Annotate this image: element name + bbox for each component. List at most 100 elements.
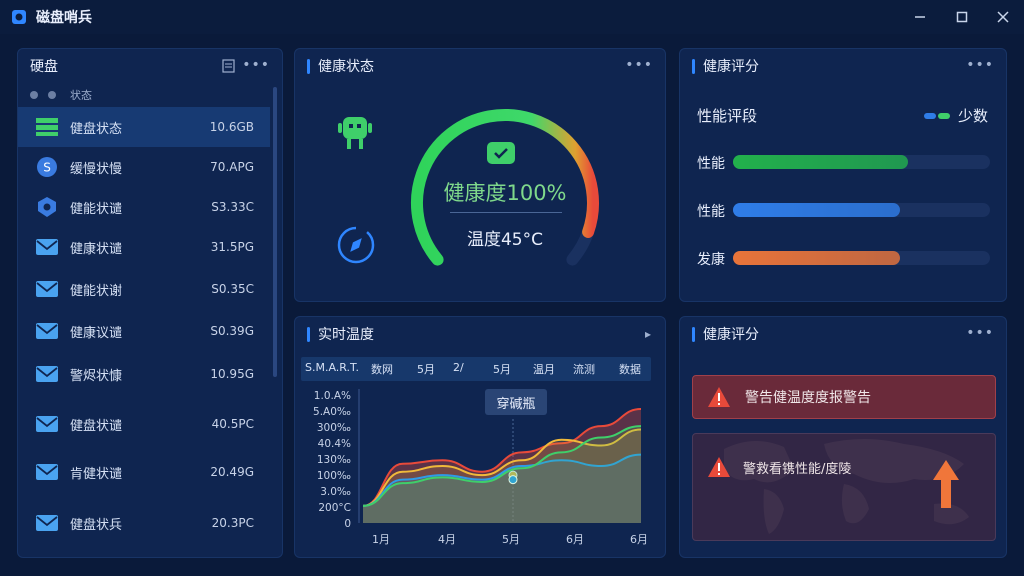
more-options-icon[interactable]: ••• [966,325,994,341]
accent-bar [307,326,310,342]
mail-icon [36,464,58,480]
close-icon [997,11,1009,23]
temp-header-cell: 5月 [417,363,435,376]
disk-list-title: 硬盘 [30,59,58,75]
disk-list-item[interactable]: 健盘状谴 40.5PC [18,404,270,444]
score-bar-track [733,155,990,169]
realtime-temp-title: 实时温度 [318,327,374,343]
x-tick-label: 5月 [502,533,520,546]
y-tick-label: 5.A0‰ [313,406,351,418]
close-button[interactable] [992,6,1014,28]
sub-label: 状态 [70,89,92,102]
minimize-button[interactable] [909,6,931,28]
x-tick-label: 6月 [630,533,648,546]
health-status-title: 健康状态 [318,59,374,75]
alert-item[interactable]: 警救看镌性能/度陵 [692,433,996,541]
alert-text: 警救看镌性能/度陵 [743,462,852,477]
window-title: 磁盘哨兵 [36,10,92,26]
disk-item-value: 10.6GB [209,120,254,134]
legend-swatch [923,112,936,119]
server-icon [36,118,58,136]
mail-icon [36,515,58,531]
row-icon-wrap [35,511,59,535]
disk-item-label: 健盘状谴 [70,418,123,434]
x-tick-label: 4月 [438,533,456,546]
maximize-icon [956,11,968,23]
alerts-panel: 健康评分 ••• 警告健温度度报警告 警救看镌性能/度陵 [679,316,1007,558]
mail-icon [36,366,58,382]
alert-item[interactable]: 警告健温度度报警告 [692,375,996,419]
disk-list-item[interactable]: 健能状谴 S3.33C [18,187,270,227]
disk-list-item[interactable]: 健康状谴 31.5PG [18,227,270,267]
disk-item-value: S0.39G [210,324,254,338]
score-bar-label: 发康 [697,252,725,268]
more-options-icon[interactable]: ••• [625,57,653,73]
row-icon-wrap: S [35,155,59,179]
y-tick-label: 130‰ [317,454,351,466]
disk-list-item[interactable]: 健盘状态 10.6GB [18,107,270,147]
temp-header-cell: 2/ [453,361,464,374]
disk-list-item[interactable]: S 缓慢状慢 70.APG [18,147,270,187]
temperature-chart: 1.0.A% 5.A0‰ 300‰ 40.4% 130‰ 100‰ 3.0‰ 200°C 0 1月… [313,389,648,546]
tooltip-label: 穿碱瓶 [496,396,536,412]
check-badge-icon [487,142,515,164]
row-icon-wrap [35,319,59,343]
temp-header-cell: S.M.A.R.T. [305,361,359,374]
score-subtitle: 性能评段 [697,107,758,125]
row-icon-wrap [35,235,59,259]
chart-tooltip: 穿碱瓶 [485,389,547,415]
mail-icon [36,281,58,297]
y-tick-label: 0 [344,518,351,530]
score-bar-fill [733,203,901,217]
row-icon-wrap [35,460,59,484]
disk-list-item[interactable]: 警烬状慷 10.95G [18,354,270,394]
y-tick-label: 100‰ [317,470,351,482]
maximize-button[interactable] [951,6,973,28]
x-tick-label: 6月 [566,533,584,546]
temp-header-cell: 数据 [619,363,641,376]
mail-icon [36,239,58,255]
score-bar-label: 性能 [697,204,725,220]
more-options-icon[interactable]: ••• [966,57,994,73]
score-bar-label: 性能 [697,156,725,172]
row-icon-wrap [35,362,59,386]
svg-text:S: S [43,161,51,175]
score-bar-track [733,251,990,265]
status-dot-icon [30,91,38,99]
alerts-header: 健康评分 ••• [680,317,1006,351]
disk-list-panel: 硬盘 ••• 状态 健盘状态 10.6GB S 缓慢状慢 70.APG 健能状谴 S3.33… [17,48,283,558]
disk-item-value: 20.3PC [211,516,254,530]
realtime-temp-header: 实时温度 ▸ [295,317,665,351]
disk-list-subheader: 状态 [30,87,92,103]
temp-header-cell: 数网 [371,363,393,376]
temp-header-cell: 5月 [493,363,511,376]
disk-item-value: 31.5PG [210,240,254,254]
accent-bar [692,326,695,342]
disk-item-label: 健盘状态 [70,121,123,137]
disk-list-item[interactable]: 健能状谢 S0.35C [18,269,270,309]
shield-icon [38,197,56,217]
disk-item-label: 健康议谴 [70,325,123,341]
expand-arrow-icon[interactable]: ▸ [645,327,651,341]
list-view-icon[interactable] [222,59,238,73]
minimize-icon [915,16,925,18]
scrollbar[interactable] [273,87,277,377]
disk-item-value: 10.95G [210,367,254,381]
compass-icon [337,226,375,264]
disk-item-label: 肯健状谴 [70,466,123,482]
accent-bar [692,58,695,74]
health-status-header: 健康状态 ••• [295,49,665,83]
x-tick-label: 1月 [372,533,390,546]
app-logo-icon [12,10,26,24]
disk-item-value: S0.35C [211,282,254,296]
disk-list-item[interactable]: 健盘状兵 20.3PC [18,503,270,543]
disk-item-value: 70.APG [210,160,254,174]
more-options-icon[interactable]: ••• [242,57,270,73]
mail-icon [36,323,58,339]
disk-item-label: 健能状谴 [70,201,123,217]
alerts-title: 健康评分 [703,327,759,343]
row-icon-wrap [35,277,59,301]
disk-list-item[interactable]: 肯健状谴 20.49G [18,452,270,492]
disk-list-item[interactable]: 健康议谴 S0.39G [18,311,270,351]
temp-header-cell: 温月 [533,363,555,376]
